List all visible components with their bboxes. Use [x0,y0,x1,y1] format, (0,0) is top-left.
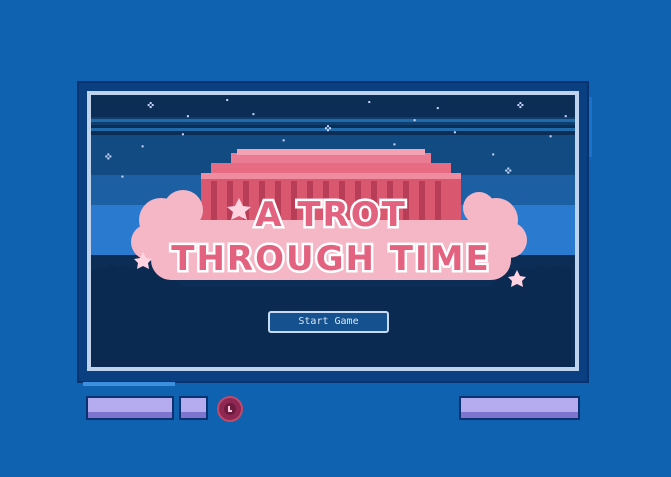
hud-bar-small [179,396,208,420]
game-screen[interactable]: A TROT THROUGH TIME Start Game [91,95,575,367]
title-logo: A TROT THROUGH TIME [169,193,491,281]
game-page: A TROT THROUGH TIME Start Game [0,0,671,477]
hud-bar-left [86,396,174,420]
frame-edge-highlight [589,97,592,157]
record-button[interactable] [217,396,243,422]
title-line-1: A TROT [255,195,407,235]
monitor-frame: A TROT THROUGH TIME Start Game [77,81,589,383]
title-line-2: THROUGH TIME [171,239,490,279]
record-button-icon [224,403,236,415]
monitor-bezel: A TROT THROUGH TIME Start Game [87,91,579,371]
start-game-button[interactable]: Start Game [268,311,389,333]
record-button-glyph [228,410,232,412]
frame-bottom-strip [83,382,175,386]
hud-bar-right [459,396,580,420]
